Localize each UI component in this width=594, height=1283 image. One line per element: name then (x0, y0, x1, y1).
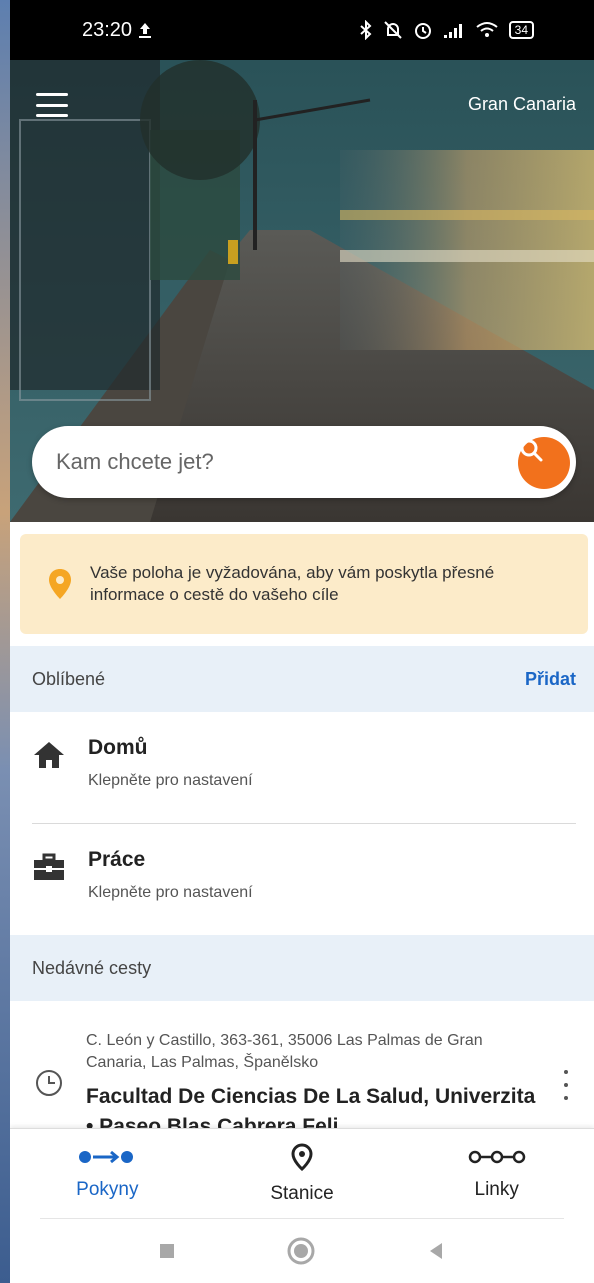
status-right: 34 (359, 20, 534, 40)
location-notice[interactable]: Vaše poloha je vyžadována, aby vám posky… (20, 534, 588, 634)
more-vertical-icon-dot (564, 1070, 568, 1074)
tab-label: Linky (474, 1178, 519, 1200)
bottom-navigation: Pokyny Stanice Linky (10, 1128, 594, 1218)
back-icon[interactable] (426, 1241, 446, 1261)
search-icon (520, 439, 543, 462)
favorite-title: Práce (88, 848, 146, 871)
route-lines-icon (468, 1150, 525, 1163)
home-icon (34, 742, 64, 768)
search-bar[interactable] (32, 426, 576, 498)
recent-trip-origin: C. León y Castillo, 363-361, 35006 Las P… (86, 1032, 483, 1071)
region-selector[interactable]: Gran Canaria (468, 94, 576, 115)
wifi-icon (476, 22, 498, 37)
briefcase-icon (34, 853, 64, 880)
signal-icon (443, 24, 462, 38)
phone-screen: 23:20 34 Gran Canaria Kam chcete jet? Va… (10, 0, 594, 1283)
menu-icon-line (36, 114, 68, 117)
status-bar: 23:20 34 (10, 0, 594, 60)
more-vertical-icon-dot (564, 1096, 568, 1100)
system-navigation-bar (10, 1218, 594, 1283)
battery-indicator: 34 (508, 21, 534, 39)
tab-stations[interactable]: Stanice (205, 1129, 400, 1218)
search-input[interactable] (56, 449, 576, 475)
favorite-item-home[interactable]: Domů Klepněte pro nastavení (10, 712, 594, 822)
home-button-icon[interactable] (286, 1236, 316, 1266)
status-left: 23:20 (82, 19, 152, 42)
notice-text: Vaše poloha je vyžadována, aby vám posky… (90, 563, 495, 604)
add-favorite-button[interactable]: Přidat (525, 669, 576, 690)
bluetooth-icon (359, 20, 372, 40)
tab-lines[interactable]: Linky (399, 1129, 594, 1218)
location-pin-icon (49, 569, 71, 599)
favorite-title: Domů (88, 736, 148, 759)
location-pin-icon (291, 1142, 313, 1171)
favorites-header: Oblíbené Přidat (10, 646, 594, 712)
recent-trip-destination: Facultad De Ciencias De La Salud, Univer… (86, 1085, 536, 1128)
recent-trips-title: Nedávné cesty (32, 957, 152, 978)
favorite-item-work[interactable]: Práce Klepněte pro nastavení (10, 824, 594, 934)
tab-directions[interactable]: Pokyny (10, 1129, 205, 1218)
alarm-icon (414, 23, 431, 39)
menu-button[interactable] (34, 90, 70, 120)
divider (40, 1218, 564, 1219)
directions-icon (79, 1150, 134, 1163)
upload-icon (139, 23, 152, 38)
recent-apps-icon[interactable] (158, 1242, 176, 1260)
tab-label: Stanice (270, 1182, 334, 1204)
favorite-subtitle: Klepněte pro nastavení (88, 884, 253, 901)
tab-label: Pokyny (76, 1178, 139, 1200)
clock-icon (36, 1070, 62, 1096)
search-button[interactable] (518, 437, 570, 489)
more-options-button[interactable] (556, 1070, 576, 1100)
menu-icon-line (36, 93, 68, 96)
menu-icon-line (36, 103, 68, 107)
recent-trip-item[interactable]: C. León y Castillo, 363-361, 35006 Las P… (10, 1002, 594, 1128)
more-vertical-icon-dot (564, 1083, 568, 1087)
recent-trips-header: Nedávné cesty (10, 935, 594, 1001)
status-time: 23:20 (82, 18, 133, 41)
hero-image: Gran Canaria (10, 60, 594, 522)
screen-frame: 23:20 34 Gran Canaria Kam chcete jet? Va… (0, 0, 594, 1283)
favorite-subtitle: Klepněte pro nastavení (88, 772, 253, 789)
favorites-title: Oblíbené (32, 668, 106, 689)
mute-bell-icon (383, 21, 402, 39)
